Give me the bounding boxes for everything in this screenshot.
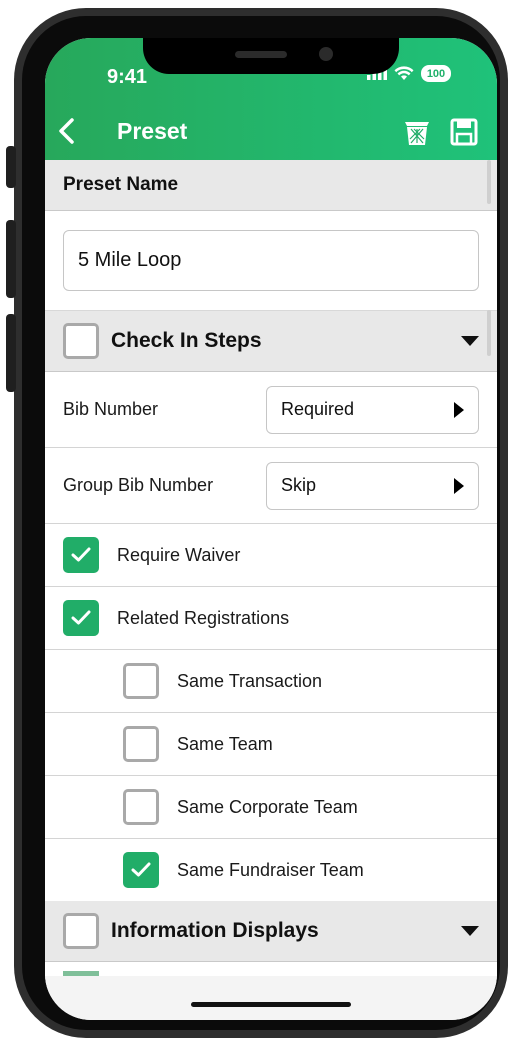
information-displays-checkbox[interactable]: [63, 913, 99, 949]
section-title: Information Displays: [111, 919, 319, 942]
bib-number-label: Bib Number: [63, 399, 159, 419]
group-bib-number-row: Group Bib Number Skip: [45, 448, 497, 524]
bib-number-row: Bib Number Required: [45, 372, 497, 448]
status-time: 9:41: [107, 66, 148, 88]
section-title: Check In Steps: [111, 329, 262, 352]
same-corporate-team-checkbox[interactable]: [123, 789, 159, 825]
scrollbar-thumb[interactable]: [487, 310, 491, 356]
require-waiver-label: Require Waiver: [117, 544, 241, 565]
information-displays-section-header[interactable]: Information Displays: [45, 901, 497, 962]
home-indicator-area: [45, 976, 497, 1020]
bib-number-select[interactable]: Required: [266, 385, 479, 434]
check-in-steps-section-header[interactable]: Check In Steps: [45, 311, 497, 372]
list-item-related-registrations[interactable]: Related Registrations: [45, 587, 497, 650]
same-fundraiser-team-checkbox[interactable]: [123, 852, 159, 888]
require-waiver-checkbox[interactable]: [63, 537, 99, 573]
bib-number-value: Required: [281, 399, 355, 419]
caret-right-icon: [454, 477, 464, 494]
app-screen: 9:41 100 Preset Preset Name 5 Mile Loop: [45, 38, 497, 1020]
volume-up-button: [6, 220, 16, 298]
same-corporate-team-label: Same Corporate Team: [177, 796, 358, 817]
same-team-checkbox[interactable]: [123, 726, 159, 762]
related-registrations-checkbox[interactable]: [63, 600, 99, 636]
battery-icon: 100: [421, 65, 451, 82]
home-indicator[interactable]: [191, 1002, 351, 1007]
same-transaction-checkbox[interactable]: [123, 663, 159, 699]
list-item-same-team[interactable]: Same Team: [45, 713, 497, 776]
trash-icon[interactable]: [402, 117, 432, 147]
section-title: Preset Name: [63, 174, 179, 195]
group-bib-number-select[interactable]: Skip: [266, 461, 479, 510]
list-item-same-fundraiser-team[interactable]: Same Fundraiser Team: [45, 839, 497, 901]
group-bib-number-label: Group Bib Number: [63, 475, 214, 495]
preset-name-input[interactable]: 5 Mile Loop: [63, 230, 479, 291]
front-camera: [319, 47, 333, 61]
speaker-grille: [235, 51, 287, 58]
chevron-left-icon[interactable]: [55, 118, 79, 144]
checkmark-icon: [131, 862, 151, 877]
partial-list-item: [45, 962, 497, 976]
camera-notch: [143, 38, 399, 74]
volume-down-button: [6, 314, 16, 392]
checkmark-icon: [71, 547, 91, 562]
list-item-same-transaction[interactable]: Same Transaction: [45, 650, 497, 713]
preset-name-row: 5 Mile Loop: [45, 211, 497, 311]
check-in-steps-checkbox[interactable]: [63, 323, 99, 359]
floppy-disk-icon[interactable]: [449, 117, 479, 147]
page-title: Preset: [117, 118, 188, 144]
same-fundraiser-team-label: Same Fundraiser Team: [177, 859, 364, 880]
same-transaction-label: Same Transaction: [177, 670, 323, 691]
preset-name-section-header: Preset Name: [45, 160, 497, 211]
preset-form[interactable]: Preset Name 5 Mile Loop Check In Steps B…: [45, 160, 497, 976]
caret-right-icon: [454, 401, 464, 418]
expand-down-icon[interactable]: [461, 336, 479, 346]
checkmark-icon: [71, 610, 91, 625]
app-header: 9:41 100 Preset: [45, 38, 497, 160]
mute-button: [6, 146, 16, 188]
same-team-label: Same Team: [177, 733, 273, 754]
expand-down-icon[interactable]: [461, 926, 479, 936]
wifi-icon: [394, 66, 414, 80]
related-registrations-label: Related Registrations: [117, 607, 290, 628]
group-bib-number-value: Skip: [281, 475, 317, 495]
list-item-require-waiver[interactable]: Require Waiver: [45, 524, 497, 587]
scrollbar-thumb[interactable]: [487, 160, 491, 204]
list-item-same-corporate-team[interactable]: Same Corporate Team: [45, 776, 497, 839]
